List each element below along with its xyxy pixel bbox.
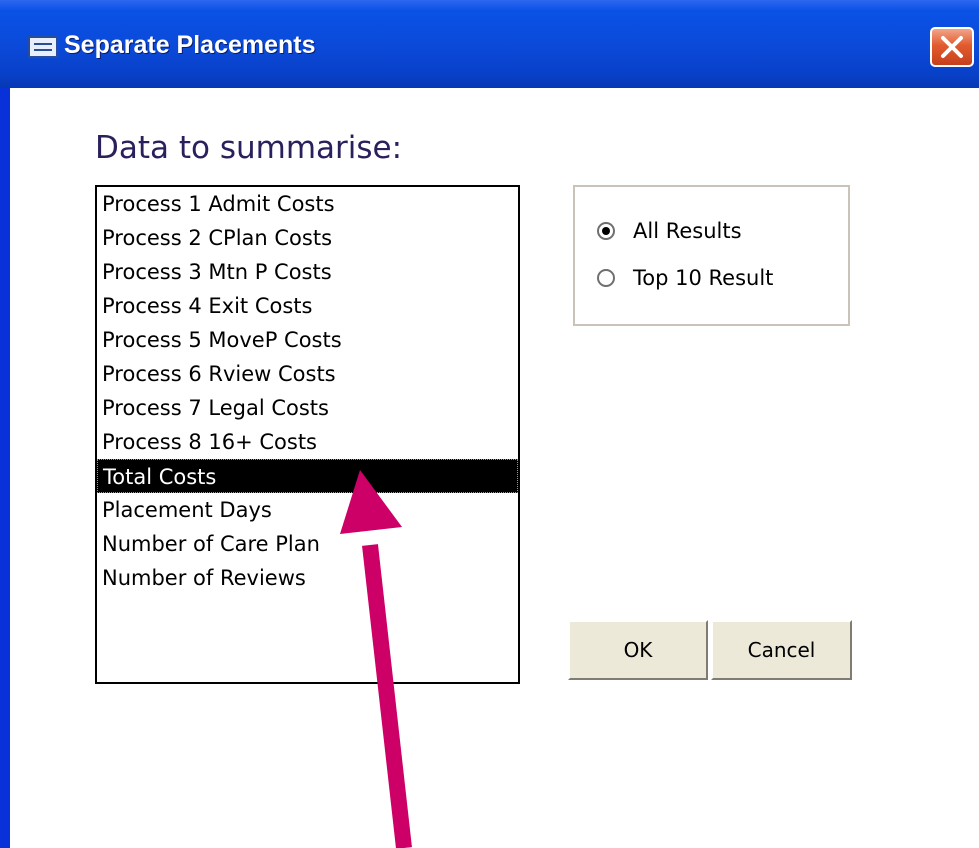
- list-item[interactable]: Process 8 16+ Costs: [97, 425, 518, 459]
- top10-radio[interactable]: [597, 269, 615, 287]
- all-results-option[interactable]: All Results: [597, 216, 742, 246]
- list-item[interactable]: Process 6 Rview Costs: [97, 357, 518, 391]
- title-bar[interactable]: Separate Placements: [0, 0, 979, 88]
- form-icon: [28, 36, 58, 58]
- dialog-window: Separate Placements Data to summarise: P…: [0, 0, 979, 848]
- list-item-selected[interactable]: Total Costs: [97, 459, 518, 493]
- window-title: Separate Placements: [64, 31, 316, 59]
- list-item[interactable]: Process 4 Exit Costs: [97, 289, 518, 323]
- list-item[interactable]: Process 3 Mtn P Costs: [97, 255, 518, 289]
- ok-button[interactable]: OK: [568, 620, 708, 680]
- list-item[interactable]: Number of Reviews: [97, 561, 518, 595]
- all-results-radio[interactable]: [597, 222, 615, 240]
- close-icon: [941, 36, 963, 58]
- all-results-label: All Results: [633, 219, 742, 243]
- list-item[interactable]: Process 2 CPlan Costs: [97, 221, 518, 255]
- list-item[interactable]: Process 5 MoveP Costs: [97, 323, 518, 357]
- dialog-body: Data to summarise: Process 1 Admit Costs…: [10, 88, 979, 848]
- form-heading: Data to summarise:: [95, 130, 403, 166]
- top10-label: Top 10 Result: [633, 266, 774, 290]
- data-listbox[interactable]: Process 1 Admit Costs Process 2 CPlan Co…: [95, 185, 520, 684]
- cancel-button[interactable]: Cancel: [711, 620, 852, 680]
- list-item[interactable]: Placement Days: [97, 493, 518, 527]
- close-button[interactable]: [930, 27, 974, 67]
- top10-option[interactable]: Top 10 Result: [597, 263, 773, 293]
- list-item[interactable]: Number of Care Plan: [97, 527, 518, 561]
- results-option-group: All Results Top 10 Result: [573, 185, 850, 326]
- list-item[interactable]: Process 7 Legal Costs: [97, 391, 518, 425]
- list-item[interactable]: Process 1 Admit Costs: [97, 187, 518, 221]
